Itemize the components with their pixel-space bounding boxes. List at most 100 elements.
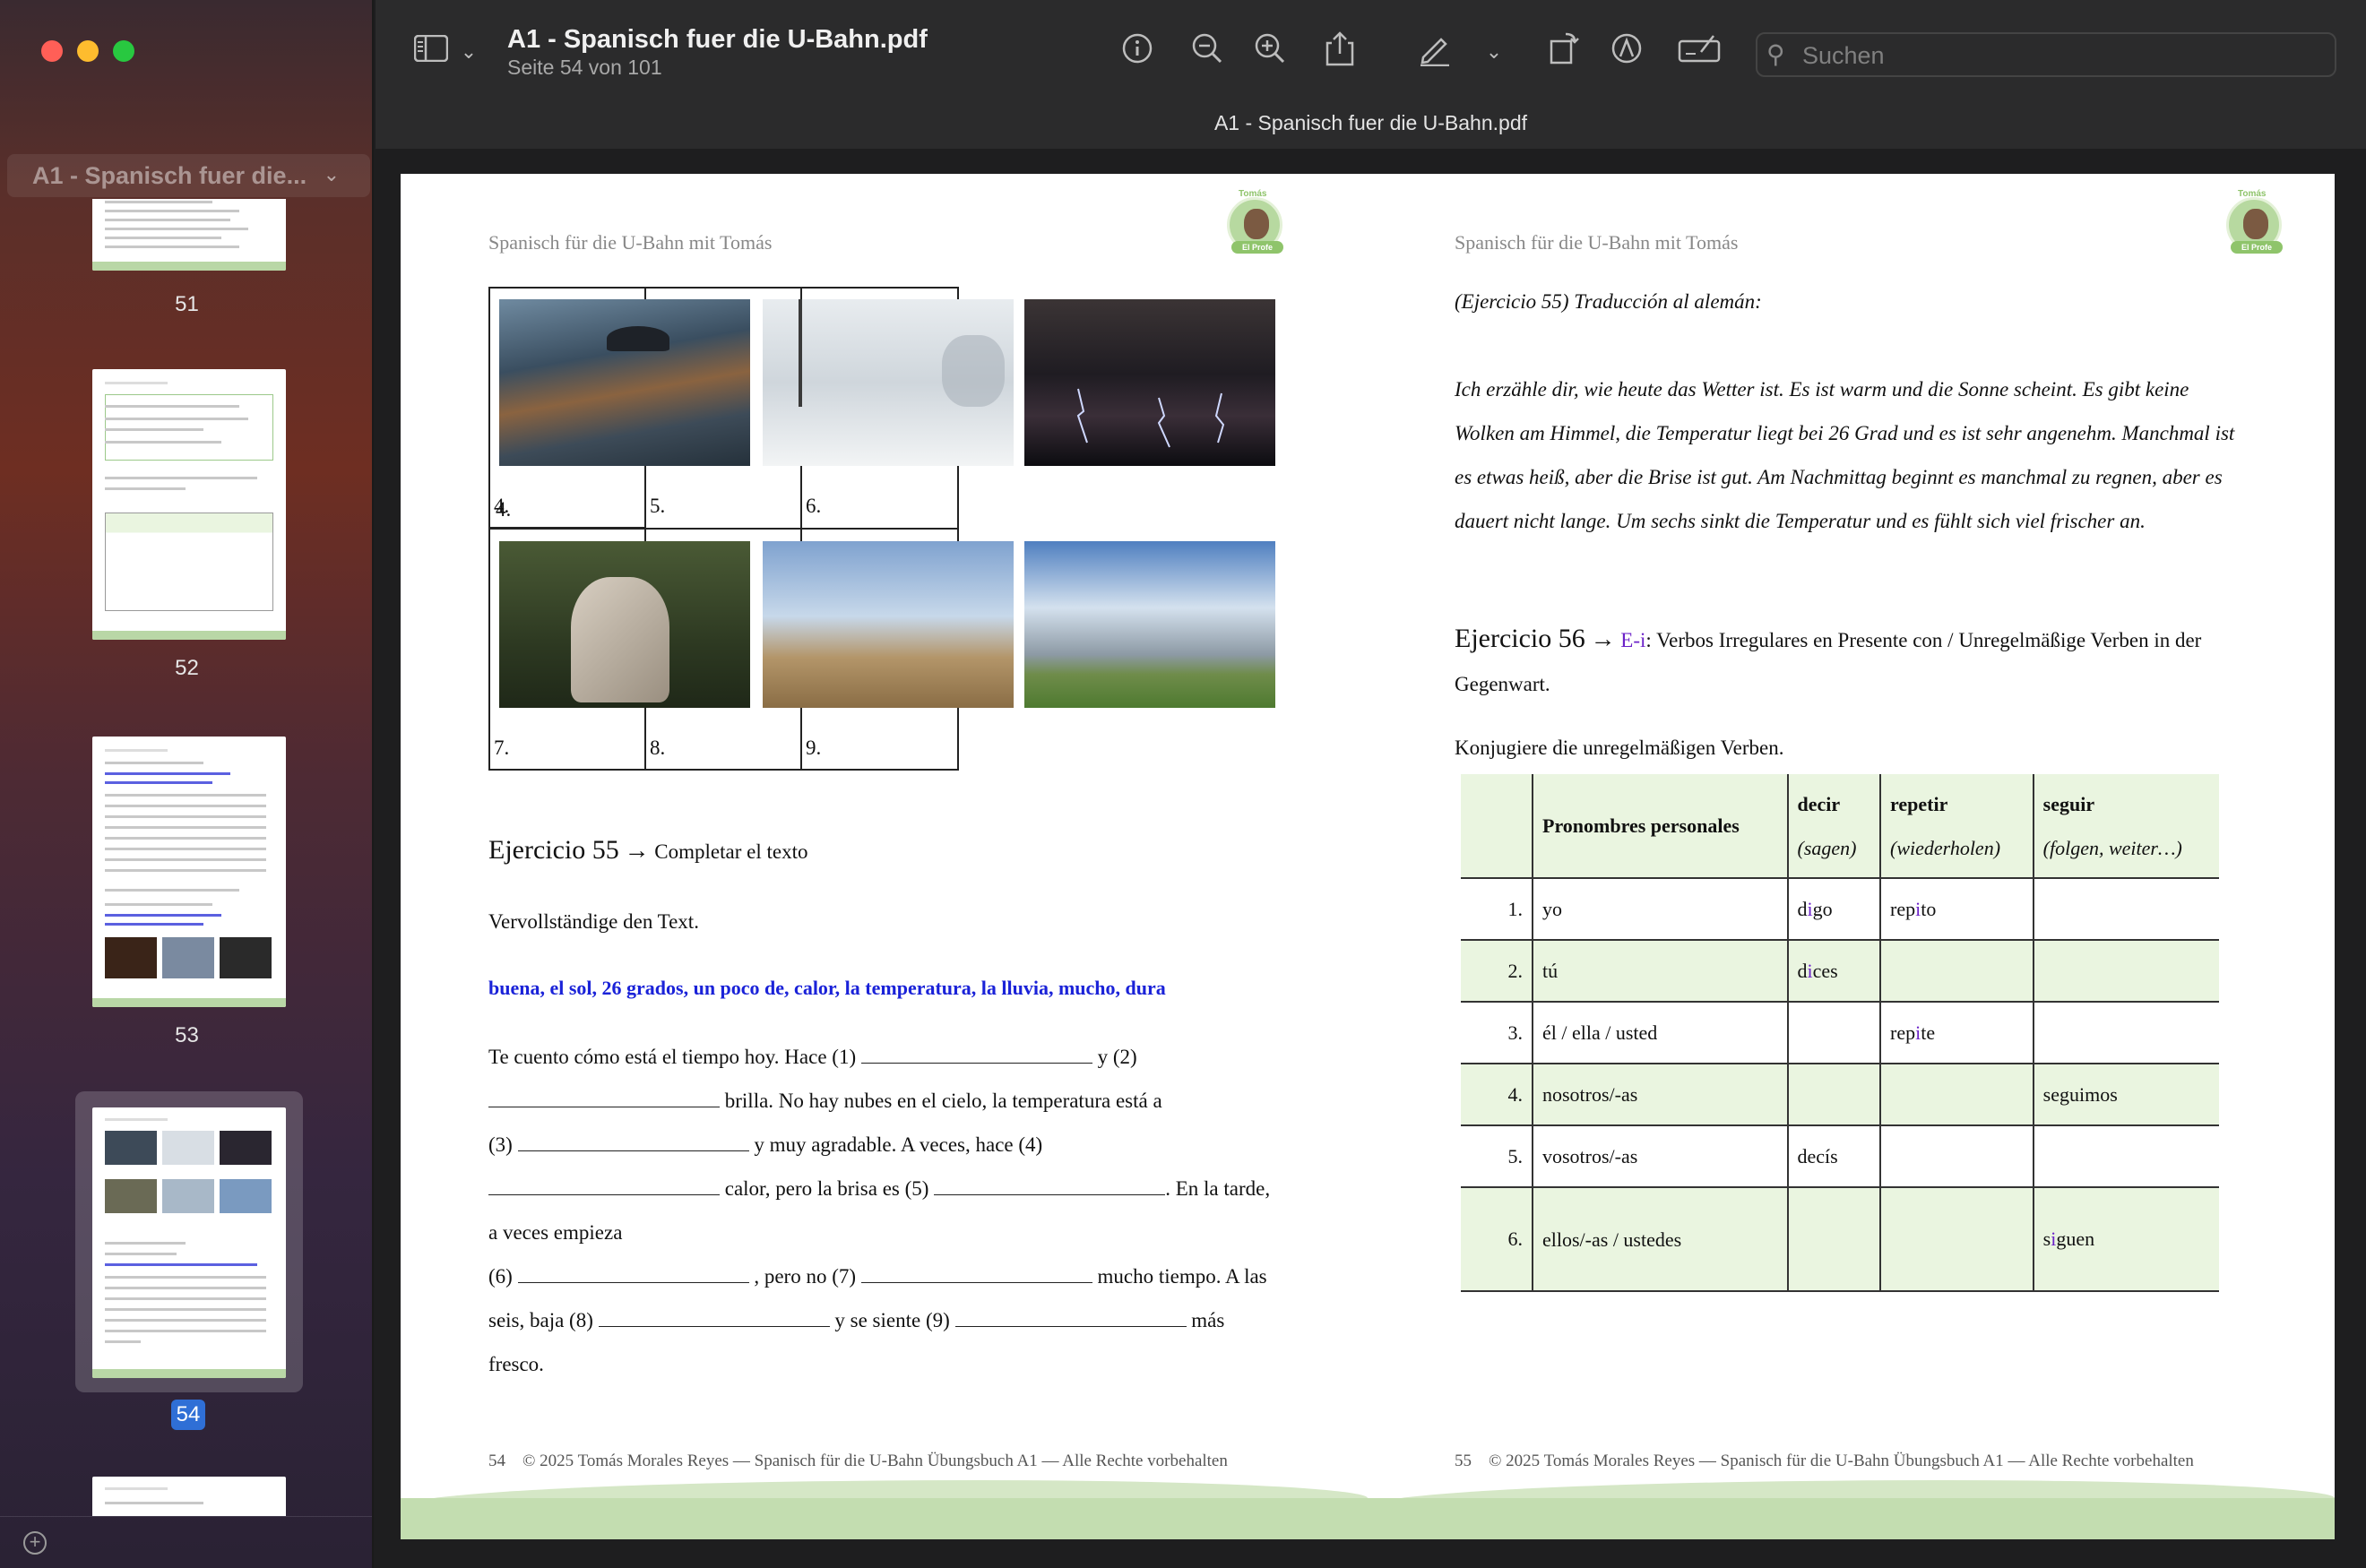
- answer-cell[interactable]: [2032, 1124, 2219, 1188]
- zoom-in-icon[interactable]: [1252, 32, 1288, 73]
- answer-cell[interactable]: [2032, 1001, 2219, 1064]
- thumbnail-label: 53: [175, 1023, 199, 1047]
- image-number: 4.: [494, 495, 510, 517]
- exercise-55-instruction: Vervollständige den Text.: [488, 910, 699, 933]
- table-row: 5. vosotros/-as decís: [1461, 1124, 2219, 1188]
- page-thumbnail-54[interactable]: [92, 1107, 286, 1378]
- answer-cell[interactable]: [1879, 939, 2034, 1003]
- chevron-down-icon[interactable]: ⌄: [324, 163, 340, 186]
- rotate-icon[interactable]: [1546, 30, 1582, 74]
- search-field[interactable]: ⚲: [1756, 32, 2336, 77]
- sidebar-footer: +: [0, 1516, 372, 1568]
- answer-cell[interactable]: repite: [1879, 1001, 2034, 1064]
- tab-title: A1 - Spanisch fuer die U-Bahn.pdf: [1213, 111, 1528, 134]
- logo: Tomás El Profe: [2226, 189, 2283, 254]
- translation-text: Ich erzähle dir, wie heute das Wetter is…: [1455, 378, 2235, 532]
- page-55: Spanisch für die U-Bahn mit Tomás Tomás …: [1368, 174, 2335, 1539]
- column-header: Pronombres personales: [1532, 774, 1789, 879]
- answer-cell[interactable]: [1879, 1063, 2034, 1126]
- page-thumbnail-53[interactable]: [92, 737, 286, 1007]
- column-header: repetir (wiederholen): [1879, 774, 2034, 879]
- page-indicator: Seite 54 von 101: [507, 56, 662, 79]
- image-number: 7.: [494, 737, 510, 759]
- answer-cell[interactable]: [2032, 877, 2219, 941]
- share-icon[interactable]: [1322, 30, 1358, 74]
- page-thumbnail-55[interactable]: [92, 1477, 286, 1516]
- answer-cell[interactable]: [1786, 1001, 1882, 1064]
- table-row: 3. él / ella / usted repite: [1461, 1001, 2219, 1064]
- minimize-window-button[interactable]: [77, 40, 99, 62]
- page-54: Spanisch für die U-Bahn mit Tomás Tomás …: [401, 174, 1368, 1539]
- sidebar-toggle-icon[interactable]: [411, 34, 451, 70]
- answer-cell[interactable]: [2032, 939, 2219, 1003]
- table-row: 4. nosotros/-as seguimos: [1461, 1063, 2219, 1126]
- clouds-image: [1024, 541, 1275, 708]
- thumbnail-list[interactable]: 51 52 53 54: [0, 199, 372, 1516]
- zoom-window-button[interactable]: [113, 40, 134, 62]
- table-row: 6. ellos/-as / ustedes siguen: [1461, 1186, 2219, 1292]
- chevron-down-icon[interactable]: ⌄: [458, 34, 479, 70]
- exercise-55-title: Ejercicio 55 → Completar el texto: [488, 835, 808, 865]
- column-header: decir (sagen): [1786, 774, 1882, 879]
- page-footer: 54 © 2025 Tomás Morales Reyes — Spanisch…: [488, 1452, 1228, 1470]
- image-grid-table: 4. 5. 6. 7. 8. 9.: [488, 287, 1275, 771]
- storm-image: [1024, 299, 1275, 466]
- page-header: Spanisch für die U-Bahn mit Tomás: [488, 231, 773, 254]
- markup-icon[interactable]: [1609, 32, 1645, 73]
- add-icon[interactable]: +: [23, 1531, 47, 1555]
- close-window-button[interactable]: [41, 40, 63, 62]
- table-header-row: Pronombres personales decir (sagen) repet…: [1461, 774, 2219, 879]
- page-spread: Spanisch für die U-Bahn mit Tomás Tomás …: [401, 174, 2335, 1539]
- image-number: 9.: [806, 737, 822, 759]
- image-number: 6.: [806, 495, 822, 517]
- footer-decoration: [1368, 1498, 2335, 1539]
- info-icon[interactable]: [1119, 32, 1155, 73]
- answer-cell[interactable]: [1786, 1063, 1882, 1126]
- answer-cell[interactable]: [1786, 1186, 1882, 1292]
- zoom-out-icon[interactable]: [1189, 32, 1225, 73]
- answer-cell[interactable]: siguen: [2032, 1186, 2219, 1292]
- word-bank: buena, el sol, 26 grados, un poco de, ca…: [488, 977, 1166, 999]
- verb-conjugation-table: Pronombres personales decir (sagen) repet…: [1461, 774, 2219, 1292]
- search-input[interactable]: [1802, 39, 2322, 72]
- image-number: 8.: [650, 737, 666, 759]
- document-viewer[interactable]: Spanisch für die U-Bahn mit Tomás Tomás …: [376, 149, 2366, 1568]
- exercise-56-instruction: Konjugiere die unregelmäßigen Verben.: [1455, 737, 1784, 759]
- answer-cell[interactable]: dices: [1786, 939, 1882, 1003]
- exercise-56-title: Ejercicio 56 → E-i: Verbos Irregulares e…: [1455, 624, 2202, 695]
- sidebar: A1 - Spanisch fuer die... ⌄ 51 52 53 54 …: [0, 0, 374, 1568]
- markup-pen-icon[interactable]: [1417, 32, 1453, 74]
- sidebar-doc-title: A1 - Spanisch fuer die...: [32, 161, 307, 189]
- chevron-down-icon[interactable]: ⌄: [1483, 34, 1505, 70]
- search-icon: ⚲: [1766, 40, 1785, 68]
- toolbar: ⌄ A1 - Spanisch fuer die U-Bahn.pdf Seit…: [376, 0, 2366, 149]
- thumbnail-label: 52: [175, 656, 199, 680]
- cold-image: [499, 541, 750, 708]
- fill-in-text: Te cuento cómo está el tiempo hoy. Hace …: [488, 1046, 1271, 1375]
- document-title: A1 - Spanisch fuer die U-Bahn.pdf: [507, 25, 928, 54]
- form-icon[interactable]: [1677, 32, 1722, 73]
- page-thumbnail-51[interactable]: [92, 199, 286, 271]
- translation-title: (Ejercicio 55) Traducción al alemán:: [1455, 290, 1762, 313]
- rain-image: [499, 299, 750, 466]
- image-number: 5.: [650, 495, 666, 517]
- answer-cell[interactable]: digo: [1786, 877, 1882, 941]
- column-header: seguir (folgen, weiter…): [2032, 774, 2219, 879]
- answer-cell[interactable]: decís: [1786, 1124, 1882, 1188]
- page-footer: 55 © 2025 Tomás Morales Reyes — Spanisch…: [1455, 1452, 2194, 1470]
- answer-cell[interactable]: seguimos: [2032, 1063, 2219, 1126]
- page-header: Spanisch für die U-Bahn mit Tomás: [1455, 231, 1739, 254]
- answer-cell[interactable]: [1879, 1124, 2034, 1188]
- sidebar-doc-header[interactable]: A1 - Spanisch fuer die... ⌄: [7, 154, 370, 197]
- page-thumbnail-52[interactable]: [92, 369, 286, 640]
- thumbnail-label-selected: 54: [171, 1400, 205, 1430]
- footer-decoration: [401, 1498, 1368, 1539]
- wind-image: [763, 541, 1014, 708]
- table-row: 1. yo digo repito: [1461, 877, 2219, 941]
- answer-cell[interactable]: [1879, 1186, 2034, 1292]
- answer-cell[interactable]: repito: [1879, 877, 2034, 941]
- table-row: 2. tú dices: [1461, 939, 2219, 1003]
- thumbnail-label: 51: [175, 292, 199, 316]
- snow-image: [763, 299, 1014, 466]
- logo: Tomás El Profe: [1227, 189, 1283, 254]
